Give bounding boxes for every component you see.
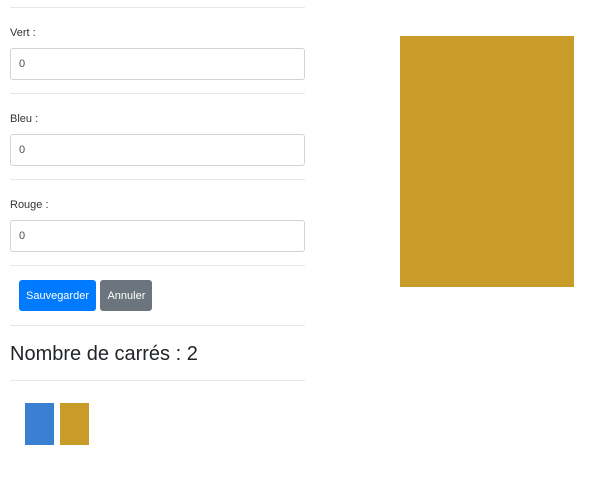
divider — [10, 7, 305, 8]
red-input[interactable] — [10, 220, 305, 252]
divider — [10, 380, 305, 381]
divider — [10, 265, 305, 266]
button-row: Sauvegarder Annuler — [19, 280, 153, 311]
squares-list — [25, 403, 89, 445]
cancel-button[interactable]: Annuler — [100, 280, 153, 311]
square-item[interactable] — [60, 403, 89, 445]
square-item[interactable] — [25, 403, 54, 445]
blue-input[interactable] — [10, 134, 305, 166]
divider — [10, 179, 305, 180]
green-input[interactable] — [10, 48, 305, 80]
divider — [10, 325, 305, 326]
save-button[interactable]: Sauvegarder — [19, 280, 96, 311]
blue-label: Bleu : — [10, 113, 39, 125]
square-editor-page: Vert : Bleu : Rouge : Sauvegarder Annule… — [0, 0, 600, 500]
green-label: Vert : — [10, 27, 36, 39]
squares-count-title: Nombre de carrés : 2 — [10, 343, 198, 365]
red-label: Rouge : — [10, 199, 49, 211]
preview-square — [400, 36, 574, 287]
divider — [10, 93, 305, 94]
